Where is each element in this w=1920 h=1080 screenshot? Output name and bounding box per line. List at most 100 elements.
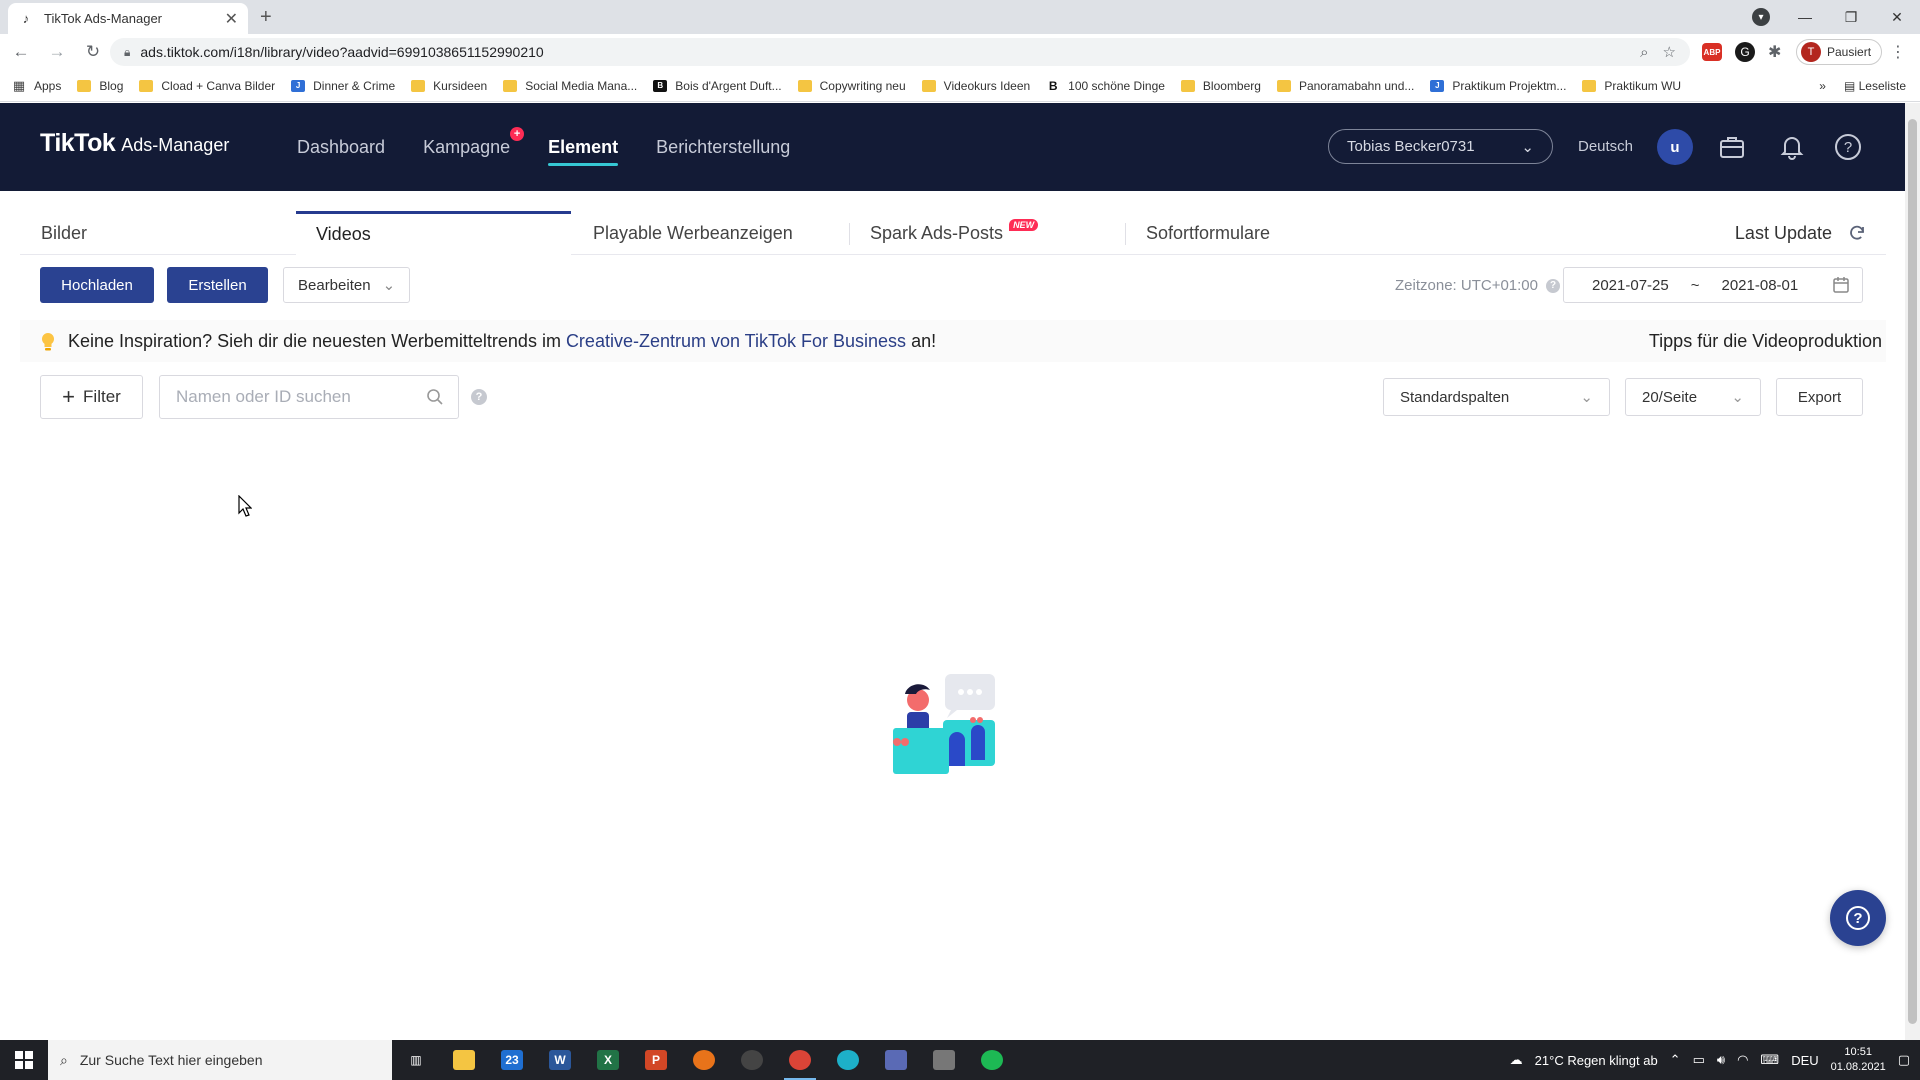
last-update[interactable]: Last Update	[1735, 211, 1866, 255]
page-size-select[interactable]: 20/Seite ⌄	[1625, 378, 1761, 416]
user-avatar[interactable]: u	[1657, 129, 1693, 165]
input-language[interactable]: DEU	[1791, 1053, 1818, 1068]
reload-icon[interactable]: ↻	[78, 42, 108, 62]
date-separator: ~	[1690, 276, 1700, 294]
tab-bilder[interactable]: Bilder	[41, 211, 87, 255]
bookmark-item[interactable]: Social Media Mana...	[503, 79, 637, 93]
tiktok-logo[interactable]: TikTok Ads-Manager	[40, 129, 229, 158]
chrome-icon[interactable]	[776, 1040, 824, 1080]
account-selector[interactable]: Tobias Becker0731 ⌄	[1328, 129, 1553, 164]
clock[interactable]: 10:51 01.08.2021	[1831, 1045, 1886, 1075]
nav-element[interactable]: Element	[548, 137, 619, 166]
timezone-help-icon[interactable]: ?	[1546, 278, 1560, 293]
back-icon[interactable]: ←	[6, 42, 36, 62]
page-scrollbar[interactable]	[1905, 103, 1920, 1040]
upload-button[interactable]: Hochladen	[40, 267, 154, 303]
file-explorer-icon[interactable]	[440, 1040, 488, 1080]
spotify-icon[interactable]	[968, 1040, 1016, 1080]
scrollbar-thumb[interactable]	[1908, 119, 1917, 1024]
excel-icon[interactable]: X	[584, 1040, 632, 1080]
creative-center-link[interactable]: Creative-Zentrum von TikTok For Business	[566, 331, 906, 351]
wifi-icon[interactable]: ◠	[1737, 1052, 1748, 1068]
volume-icon[interactable]: 🔊︎	[1717, 1052, 1725, 1068]
mail-icon[interactable]: 23	[488, 1040, 536, 1080]
tab-search-icon[interactable]: ▾	[1752, 8, 1770, 26]
bookmark-item[interactable]: J Dinner & Crime	[291, 79, 395, 93]
mouse-cursor-icon	[238, 495, 252, 517]
video-tips-link[interactable]: Tipps für die Videoproduktion	[1649, 320, 1882, 362]
grammarly-extension-icon[interactable]: G	[1735, 42, 1755, 62]
adblock-extension-icon[interactable]: ABP	[1702, 43, 1722, 61]
bookmark-item[interactable]: Videokurs Ideen	[921, 79, 1030, 93]
date-range-picker[interactable]: 2021-07-25 ~ 2021-08-01	[1563, 267, 1863, 303]
folder-icon	[139, 79, 154, 92]
forward-icon[interactable]: →	[42, 42, 72, 62]
weather-text[interactable]: 21°C Regen klingt ab	[1535, 1053, 1658, 1068]
search-input[interactable]	[176, 387, 426, 407]
keyboard-icon[interactable]: ⌨	[1760, 1052, 1779, 1068]
refresh-icon[interactable]	[1848, 224, 1866, 242]
address-bar[interactable]: 🔒︎ ads.tiktok.com/i18n/library/video?aad…	[110, 38, 1690, 66]
minimize-icon[interactable]: —	[1782, 0, 1828, 34]
obs-icon[interactable]	[728, 1040, 776, 1080]
bookmark-item[interactable]: Copywriting neu	[797, 79, 906, 93]
edit-dropdown[interactable]: Bearbeiten ⌄	[283, 267, 411, 303]
notifications-icon[interactable]: ▢	[1898, 1052, 1910, 1068]
restore-icon[interactable]: ❐	[1828, 0, 1874, 34]
search-icon[interactable]	[426, 388, 444, 406]
briefcase-icon[interactable]	[1718, 133, 1746, 161]
browser-tab[interactable]: ♪ TikTok Ads-Manager ✕	[8, 3, 248, 34]
task-view-icon[interactable]: ▥	[392, 1040, 440, 1080]
close-tab-icon[interactable]: ✕	[225, 9, 238, 29]
nav-kampagne[interactable]: Kampagne +	[423, 126, 525, 158]
folder-icon	[1582, 79, 1597, 92]
calculator-icon[interactable]	[920, 1040, 968, 1080]
bookmark-item[interactable]: Cload + Canva Bilder	[139, 79, 275, 93]
search-help-icon[interactable]: ?	[471, 389, 487, 405]
url-text: ads.tiktok.com/i18n/library/video?aadvid…	[140, 44, 544, 60]
network-icon[interactable]: ▭	[1693, 1052, 1705, 1068]
tab-playable-werbeanzeigen[interactable]: Playable Werbeanzeigen	[593, 211, 793, 255]
floating-help-button[interactable]: ?	[1830, 890, 1886, 946]
new-tab-icon[interactable]: +	[260, 6, 272, 29]
nav-dashboard[interactable]: Dashboard	[297, 137, 385, 158]
bookmark-star-icon[interactable]: ☆	[1663, 43, 1676, 61]
zoom-icon[interactable]: ⌕	[1640, 44, 1648, 61]
edge-icon[interactable]	[824, 1040, 872, 1080]
tab-videos[interactable]: Videos	[296, 211, 571, 255]
close-window-icon[interactable]: ✕	[1874, 0, 1920, 34]
chevron-up-icon[interactable]: ⌃	[1670, 1052, 1681, 1068]
filter-button[interactable]: + Filter	[40, 375, 143, 419]
tab-spark-ads-posts[interactable]: Spark Ads-Posts NEW	[870, 211, 1039, 255]
nav-berichterstellung[interactable]: Berichterstellung	[656, 137, 790, 158]
help-icon[interactable]: ?	[1834, 133, 1862, 161]
page-size-value: 20/Seite	[1642, 388, 1698, 406]
columns-select[interactable]: Standardspalten ⌄	[1383, 378, 1610, 416]
app-window-icon[interactable]	[872, 1040, 920, 1080]
profile-button[interactable]: T Pausiert	[1796, 39, 1883, 65]
inspiration-banner: Keine Inspiration? Sieh dir die neuesten…	[20, 320, 1886, 362]
language-switcher[interactable]: Deutsch	[1578, 138, 1633, 155]
bookmark-item[interactable]: Panoramabahn und...	[1276, 79, 1414, 93]
word-icon[interactable]: W	[536, 1040, 584, 1080]
bookmark-item[interactable]: Praktikum WU	[1582, 79, 1681, 93]
bookmark-item[interactable]: B Bois d'Argent Duft...	[653, 79, 782, 93]
windows-start-icon[interactable]	[0, 1040, 48, 1080]
bookmark-item[interactable]: Kursideen	[411, 79, 487, 93]
bookmark-item[interactable]: B 100 schöne Dinge	[1046, 79, 1165, 93]
reading-list[interactable]: ▤ Leseliste	[1844, 79, 1906, 93]
export-button[interactable]: Export	[1776, 378, 1863, 416]
app-icon[interactable]	[680, 1040, 728, 1080]
bookmark-item[interactable]: Blog	[77, 79, 123, 93]
more-bookmarks-icon[interactable]: »	[1819, 79, 1826, 93]
create-button[interactable]: Erstellen	[167, 267, 268, 303]
browser-menu-icon[interactable]: ⋮	[1890, 42, 1906, 62]
taskbar-search[interactable]: ⌕ Zur Suche Text hier eingeben	[48, 1040, 392, 1080]
extensions-puzzle-icon[interactable]: ✱	[1768, 38, 1781, 66]
bookmark-item[interactable]: J Praktikum Projektm...	[1430, 79, 1566, 93]
bell-icon[interactable]	[1778, 133, 1806, 161]
bookmark-apps[interactable]: ▦ Apps	[12, 78, 62, 93]
tab-sofortformulare[interactable]: Sofortformulare	[1146, 211, 1270, 255]
powerpoint-icon[interactable]: P	[632, 1040, 680, 1080]
bookmark-item[interactable]: Bloomberg	[1180, 79, 1261, 93]
